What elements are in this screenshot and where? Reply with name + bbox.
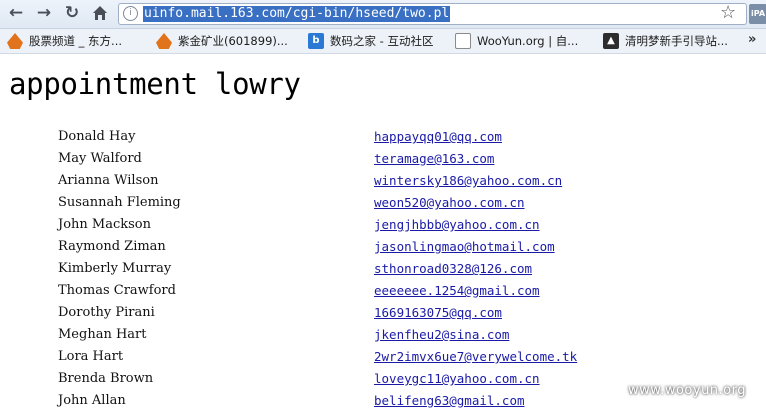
- list-item: Dorothy Pirani 1669163075@qq.com: [0, 302, 766, 324]
- home-icon[interactable]: [90, 3, 110, 23]
- page-info-icon[interactable]: i: [123, 6, 138, 21]
- list-item: John Mackson jengjhbbb@yahoo.com.cn: [0, 214, 766, 236]
- contact-email-link[interactable]: belifeng63@gmail.com: [374, 392, 525, 410]
- flame-icon: [156, 33, 172, 49]
- contact-name: Raymond Ziman: [58, 239, 166, 254]
- more-bookmarks-icon[interactable]: »: [748, 32, 756, 47]
- bookmark-item[interactable]: 紫金矿业(601899)...: [156, 32, 288, 50]
- contact-email-link[interactable]: jkenfheu2@sina.com: [374, 326, 509, 344]
- contact-email-link[interactable]: sthonroad0328@126.com: [374, 260, 532, 278]
- contact-email-link[interactable]: teramage@163.com: [374, 150, 494, 168]
- flame-icon: [7, 33, 23, 49]
- bookmark-item[interactable]: b 数码之家 - 互动社区: [308, 32, 433, 50]
- bookmark-label: 清明梦新手引导站...: [625, 34, 728, 48]
- b-icon: b: [308, 33, 324, 49]
- list-item: May Walford teramage@163.com: [0, 148, 766, 170]
- bookmarks-bar: 股票频道 _ 东方... 紫金矿业(601899)... b 数码之家 - 互动…: [0, 29, 766, 54]
- page-title: appointment lowry: [9, 67, 301, 101]
- forward-arrow-icon[interactable]: →: [34, 3, 54, 23]
- contact-email-link[interactable]: 1669163075@qq.com: [374, 304, 502, 322]
- bookmark-label: 数码之家 - 互动社区: [330, 34, 434, 48]
- extension-icon[interactable]: iPA: [749, 4, 766, 24]
- list-item: Raymond Ziman jasonlingmao@hotmail.com: [0, 236, 766, 258]
- list-item: Lora Hart 2wr2imvx6ue7@verywelcome.tk: [0, 346, 766, 368]
- reload-icon[interactable]: ↻: [62, 3, 82, 23]
- contact-list: Donald Hay happayqq01@qq.com May Walford…: [0, 126, 766, 412]
- contact-name: Susannah Fleming: [58, 195, 181, 210]
- contact-name: John Allan: [58, 393, 126, 408]
- list-item: Arianna Wilson wintersky186@yahoo.com.cn: [0, 170, 766, 192]
- bookmark-label: 紫金矿业(601899)...: [178, 34, 288, 48]
- contact-name: Thomas Crawford: [58, 283, 176, 298]
- contact-email-link[interactable]: jengjhbbb@yahoo.com.cn: [374, 216, 540, 234]
- contact-name: Lora Hart: [58, 349, 124, 364]
- contact-email-link[interactable]: wintersky186@yahoo.com.cn: [374, 172, 562, 190]
- contact-name: Brenda Brown: [58, 371, 154, 386]
- contact-name: Arianna Wilson: [58, 173, 159, 188]
- contact-email-link[interactable]: loveygc11@yahoo.com.cn: [374, 370, 540, 388]
- contact-email-link[interactable]: jasonlingmao@hotmail.com: [374, 238, 555, 256]
- bookmark-label: 股票频道 _ 东方...: [29, 34, 123, 48]
- fish-icon: ▲: [603, 33, 619, 49]
- contact-email-link[interactable]: eeeeeee.1254@gmail.com: [374, 282, 540, 300]
- globe-icon: ●: [455, 33, 471, 49]
- url-text[interactable]: uinfo.mail.163.com/cgi-bin/hseed/two.pl: [143, 6, 451, 22]
- list-item: Susannah Fleming weon520@yahoo.com.cn: [0, 192, 766, 214]
- contact-email-link[interactable]: 2wr2imvx6ue7@verywelcome.tk: [374, 348, 577, 366]
- list-item: Thomas Crawford eeeeeee.1254@gmail.com: [0, 280, 766, 302]
- list-item: Donald Hay happayqq01@qq.com: [0, 126, 766, 148]
- contact-name: John Mackson: [58, 217, 152, 232]
- contact-name: Dorothy Pirani: [58, 305, 155, 320]
- contact-name: May Walford: [58, 151, 142, 166]
- bookmark-star-icon[interactable]: ☆: [720, 3, 736, 23]
- contact-email-link[interactable]: weon520@yahoo.com.cn: [374, 194, 525, 212]
- contact-name: Donald Hay: [58, 129, 136, 144]
- contact-name: Kimberly Murray: [58, 261, 172, 276]
- watermark: www.wooyun.org: [628, 383, 747, 398]
- contact-name: Meghan Hart: [58, 327, 147, 342]
- list-item: Kimberly Murray sthonroad0328@126.com: [0, 258, 766, 280]
- back-arrow-icon[interactable]: ←: [6, 3, 26, 23]
- bookmark-label: WooYun.org | 自...: [477, 34, 579, 48]
- list-item: Meghan Hart jkenfheu2@sina.com: [0, 324, 766, 346]
- bookmark-item[interactable]: ▲ 清明梦新手引导站...: [603, 32, 728, 50]
- bookmark-item[interactable]: ● WooYun.org | 自...: [455, 32, 578, 50]
- browser-toolbar: ← → ↻ i uinfo.mail.163.com/cgi-bin/hseed…: [0, 0, 766, 29]
- contact-email-link[interactable]: happayqq01@qq.com: [374, 128, 502, 146]
- address-bar[interactable]: i uinfo.mail.163.com/cgi-bin/hseed/two.p…: [118, 3, 747, 25]
- bookmark-item[interactable]: 股票频道 _ 东方...: [7, 32, 122, 50]
